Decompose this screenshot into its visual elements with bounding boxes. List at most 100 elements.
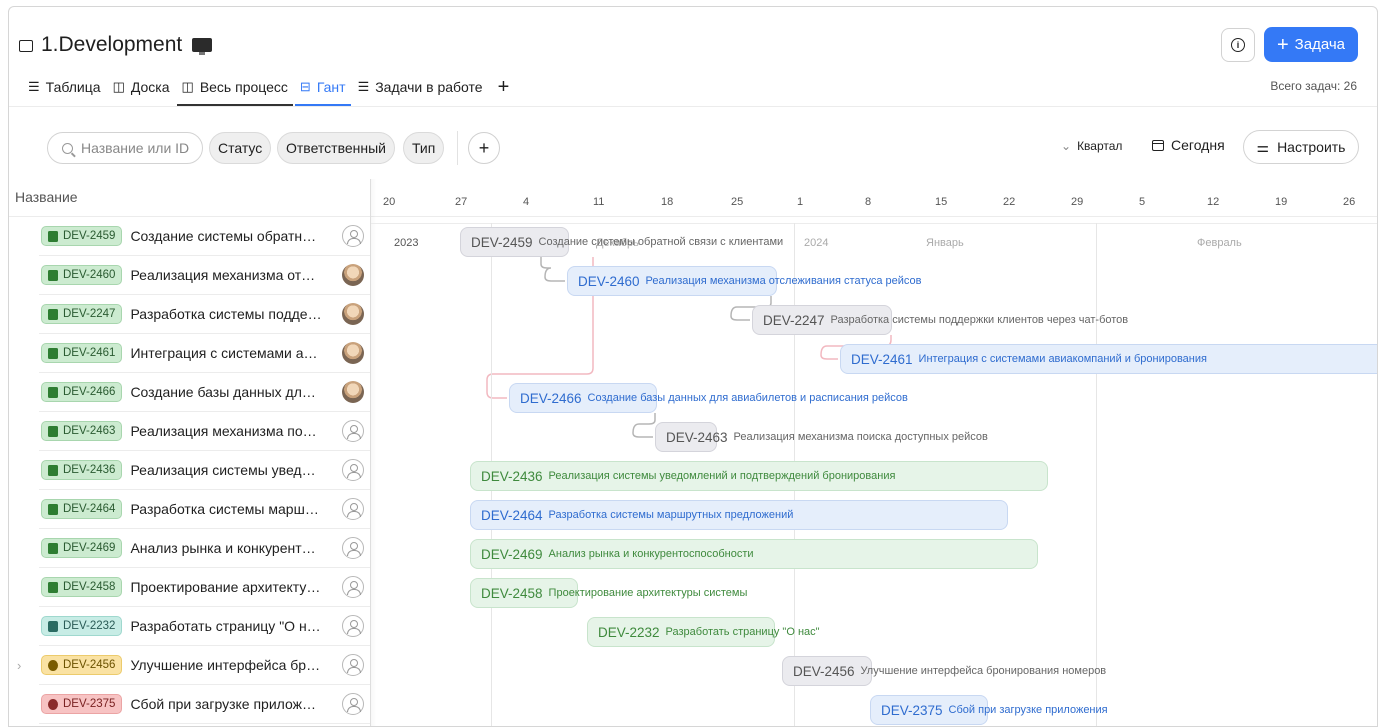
- gantt-bar[interactable]: DEV-2232 Разработать страницу "О нас": [587, 617, 820, 647]
- task-row[interactable]: DEV-2232 Разработать страницу "О н…: [39, 607, 370, 646]
- task-row[interactable]: DEV-2461 Интеграция с системами а…: [39, 334, 370, 373]
- info-icon: i: [1231, 38, 1245, 52]
- gantt-bar[interactable]: DEV-2461 Интеграция с системами авиакомпа…: [840, 344, 1377, 374]
- empty-avatar-icon[interactable]: [342, 537, 364, 559]
- task-id-badge[interactable]: DEV-2464: [41, 499, 123, 519]
- dependency-links: [486, 257, 892, 438]
- add-view-button[interactable]: +: [490, 68, 518, 106]
- task-row[interactable]: DEV-2247 Разработка системы подде…: [39, 295, 370, 334]
- task-row[interactable]: DEV-2460 Реализация механизма от…: [39, 256, 370, 295]
- total-tasks: Всего задач: 26: [1270, 79, 1357, 93]
- empty-avatar-icon[interactable]: [342, 576, 364, 598]
- task-id-badge[interactable]: DEV-2463: [41, 421, 123, 441]
- empty-avatar-icon[interactable]: [342, 615, 364, 637]
- gantt-bar-id: DEV-2461: [851, 351, 913, 367]
- gantt-bar[interactable]: DEV-2463 Реализация механизма поиска дост…: [655, 422, 988, 452]
- avatar[interactable]: [342, 303, 364, 325]
- task-id-badge[interactable]: DEV-2436: [41, 460, 123, 480]
- avatar[interactable]: [342, 264, 364, 286]
- gantt-bar[interactable]: DEV-2436 Реализация системы уведомлений и…: [470, 461, 1048, 491]
- task-row[interactable]: DEV-2436 Реализация системы увед…: [39, 451, 370, 490]
- task-id-badge[interactable]: DEV-2461: [41, 343, 123, 363]
- task-id-badge[interactable]: DEV-2247: [41, 304, 123, 324]
- empty-avatar-icon[interactable]: [342, 225, 364, 247]
- info-button[interactable]: i: [1221, 28, 1255, 62]
- task-id-badge[interactable]: DEV-2466: [41, 382, 123, 402]
- task-title: Разработка системы марш…: [130, 501, 319, 517]
- dependency-link: [540, 257, 565, 282]
- task-id-badge[interactable]: DEV-2458: [41, 577, 123, 597]
- today-button[interactable]: Сегодня: [1152, 137, 1225, 153]
- task-icon: [48, 308, 58, 320]
- filter-status[interactable]: Статус: [209, 132, 272, 164]
- task-row[interactable]: DEV-2464 Разработка системы марш…: [39, 490, 370, 529]
- task-row[interactable]: DEV-2466 Создание базы данных дл…: [39, 373, 370, 412]
- dependency-link: [632, 413, 656, 438]
- board-icon: ◫: [112, 79, 125, 94]
- filter-type[interactable]: Тип: [403, 132, 445, 164]
- filter-assignee[interactable]: Ответственный: [277, 132, 395, 164]
- task-title: Создание базы данных дл…: [130, 384, 316, 400]
- task-row[interactable]: DEV-2459 Создание системы обратн…: [39, 217, 370, 256]
- task-row[interactable]: DEV-2463 Реализация механизма по…: [39, 412, 370, 451]
- gantt-window: 1.Development i + Задача ☰ Таблица ◫ Доска …: [8, 6, 1378, 727]
- gantt-bar[interactable]: DEV-2459 Создание системы обратной связи …: [460, 227, 783, 257]
- task-id-badge[interactable]: DEV-2459: [41, 226, 123, 246]
- period-label: Январь: [926, 237, 964, 249]
- date-tick: 18: [661, 196, 674, 208]
- period-label: 2024: [804, 237, 829, 249]
- date-tick: 1: [797, 196, 804, 208]
- empty-avatar-icon[interactable]: [342, 654, 364, 676]
- task-row[interactable]: DEV-2375 Сбой при загрузке прилож…: [39, 685, 370, 724]
- empty-avatar-icon[interactable]: [342, 693, 364, 715]
- gantt-bar[interactable]: DEV-2458 Проектирование архитектуры систе…: [470, 578, 747, 608]
- task-icon: [48, 542, 58, 554]
- add-task-button[interactable]: + Задача: [1264, 27, 1358, 62]
- task-id-badge[interactable]: DEV-2375: [41, 694, 123, 714]
- gantt-bar-title: Реализация механизма поиска доступных ре…: [733, 431, 988, 443]
- task-icon: [48, 464, 58, 476]
- tab-board[interactable]: ◫ Доска: [108, 68, 175, 106]
- name-column-header: Название: [15, 189, 78, 205]
- task-id-badge[interactable]: DEV-2469: [41, 538, 123, 558]
- search-input[interactable]: Название или ID: [47, 132, 203, 164]
- gantt-bar-title: Улучшение интерфейса бронирования номеро…: [860, 665, 1107, 677]
- configure-button[interactable]: ⚌ Настроить: [1243, 130, 1359, 164]
- gantt-bar-id: DEV-2466: [520, 390, 582, 406]
- add-filter-button[interactable]: +: [468, 132, 500, 164]
- task-row[interactable]: DEV-2469 Анализ рынка и конкурент…: [39, 529, 370, 568]
- task-title: Анализ рынка и конкурент…: [130, 540, 316, 556]
- gantt-bar[interactable]: DEV-2464 Разработка системы маршрутных пр…: [470, 500, 1008, 530]
- tab-table[interactable]: ☰ Таблица: [23, 68, 106, 106]
- task-row[interactable]: › DEV-2456 Улучшение интерфейса бр…: [17, 646, 370, 685]
- empty-avatar-icon[interactable]: [342, 420, 364, 442]
- task-title: Интеграция с системами а…: [130, 345, 318, 361]
- view-tabs: ☰ Таблица ◫ Доска ◫ Весь процесс ⊟ Гант ☰ Зад…: [23, 68, 517, 106]
- task-title: Разработка системы подде…: [130, 306, 322, 322]
- gantt-bar[interactable]: DEV-2247 Разработка системы поддержки кли…: [752, 305, 1128, 335]
- gantt-bar[interactable]: DEV-2460 Реализация механизма отслеживани…: [567, 266, 922, 296]
- task-id-badge[interactable]: DEV-2460: [41, 265, 123, 285]
- gantt-bar[interactable]: DEV-2469 Анализ рынка и конкурентоспособн…: [470, 539, 1038, 569]
- empty-avatar-icon[interactable]: [342, 459, 364, 481]
- tab-gantt[interactable]: ⊟ Гант: [294, 68, 351, 106]
- gantt-bar[interactable]: DEV-2466 Создание базы данных для авиабил…: [509, 383, 908, 413]
- plus-icon: +: [1276, 33, 1289, 56]
- empty-avatar-icon[interactable]: [342, 498, 364, 520]
- gantt-bar[interactable]: DEV-2375 Сбой при загрузке приложения: [870, 695, 1108, 725]
- tab-tasks-in-progress[interactable]: ☰ Задачи в работе: [353, 68, 488, 106]
- scale-select[interactable]: ⌄ Квартал: [1061, 139, 1122, 153]
- tab-whole-process[interactable]: ◫ Весь процесс: [176, 68, 294, 106]
- expand-chevron-icon[interactable]: ›: [17, 658, 21, 673]
- date-tick: 20: [383, 196, 396, 208]
- task-id-badge[interactable]: DEV-2456: [41, 655, 123, 675]
- gantt-bar[interactable]: DEV-2456 Улучшение интерфейса бронировани…: [782, 656, 1106, 686]
- task-row[interactable]: DEV-2458 Проектирование архитекту…: [39, 568, 370, 607]
- avatar[interactable]: [342, 381, 364, 403]
- date-tick: 5: [1139, 196, 1146, 208]
- gantt-icon: ⊟: [299, 79, 311, 94]
- calendar-icon: [1152, 139, 1164, 151]
- task-id-badge[interactable]: DEV-2232: [41, 616, 123, 636]
- month-gridline: [1096, 223, 1097, 726]
- avatar[interactable]: [342, 342, 364, 364]
